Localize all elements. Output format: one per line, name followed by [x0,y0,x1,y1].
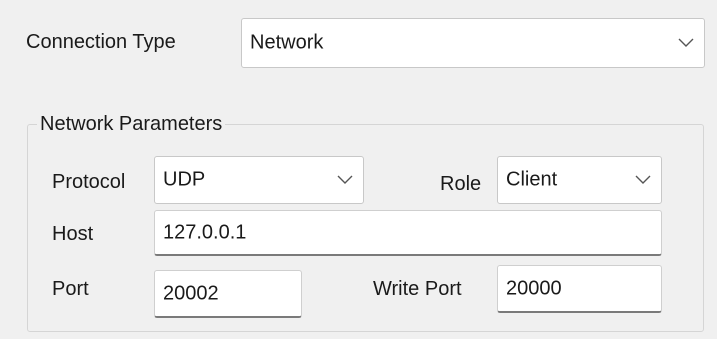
protocol-label: Protocol [52,171,126,193]
protocol-dropdown[interactable]: UDP [154,156,364,204]
role-label: Role [440,173,482,195]
write-port-label: Write Port [373,278,462,300]
protocol-value: UDP [163,168,206,191]
network-parameters-title: Network Parameters [37,112,226,136]
port-label: Port [52,278,89,300]
connection-type-value: Network [250,31,324,54]
connection-type-dropdown[interactable]: Network [241,18,705,68]
write-port-input[interactable]: 20000 [497,265,662,313]
port-input[interactable]: 20002 [154,270,302,318]
port-value: 20002 [163,282,219,304]
role-value: Client [506,168,558,191]
write-port-value: 20000 [506,277,562,299]
host-input[interactable]: 127.0.0.1 [154,210,662,256]
chevron-down-icon [337,175,353,184]
host-label: Host [52,223,94,245]
chevron-down-icon [678,38,694,47]
role-dropdown[interactable]: Client [497,156,662,204]
connection-type-label: Connection Type [26,31,176,53]
host-value: 127.0.0.1 [163,221,247,243]
chevron-down-icon [635,175,651,184]
